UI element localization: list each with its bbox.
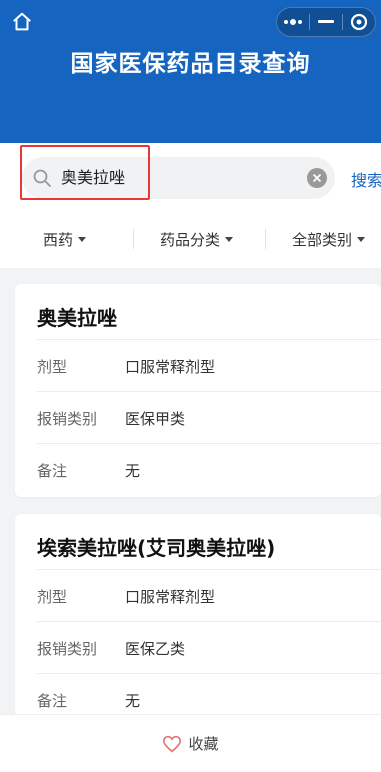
filter-category-type[interactable]: 西药 [43, 229, 87, 250]
result-card[interactable]: 奥美拉唑 剂型 口服常释剂型 报销类别 医保甲类 备注 无 [15, 284, 381, 497]
drug-name: 埃索美拉唑(艾司奥美拉唑) [37, 536, 276, 560]
field-row: 剂型 口服常释剂型 [37, 569, 381, 621]
minimize-icon [317, 20, 334, 23]
home-button[interactable] [10, 10, 34, 34]
field-row: 报销类别 医保甲类 [37, 391, 381, 443]
field-key: 备注 [37, 692, 68, 710]
app-header: 国家医保药品目录查询 [0, 0, 381, 143]
field-value: 口服常释剂型 [125, 358, 216, 376]
field-row: 剂型 口服常释剂型 [37, 339, 381, 391]
filter-drug-class[interactable]: 药品分类 [160, 229, 234, 250]
filter-all-types[interactable]: 全部类别 [292, 229, 366, 250]
page-title: 国家医保药品目录查询 [70, 51, 311, 77]
filter-label: 西药 [43, 231, 74, 249]
filter-label: 全部类别 [292, 231, 353, 249]
filter-divider [133, 229, 134, 249]
more-icon [284, 19, 302, 25]
clear-search-button[interactable] [307, 168, 327, 188]
search-area: 奥美拉唑 搜索 西药 药品分类 全部类别 [0, 143, 381, 268]
field-key: 备注 [37, 462, 68, 480]
favorite-button[interactable]: 收藏 [162, 733, 219, 754]
field-value: 无 [125, 692, 141, 710]
field-value: 医保甲类 [125, 410, 186, 428]
heart-icon [163, 735, 182, 752]
clear-icon [312, 173, 322, 183]
filter-divider [265, 229, 266, 249]
field-key: 剂型 [37, 588, 68, 606]
field-value: 口服常释剂型 [125, 588, 216, 606]
field-value: 无 [125, 462, 141, 480]
home-icon [13, 12, 31, 31]
field-value: 医保乙类 [125, 640, 186, 658]
search-highlight-box [20, 145, 150, 200]
more-button[interactable] [277, 8, 309, 36]
caret-down-icon [357, 237, 366, 242]
field-key: 剂型 [37, 358, 68, 376]
field-key: 报销类别 [37, 410, 98, 428]
field-key: 报销类别 [37, 640, 98, 658]
bottom-bar: 收藏 [0, 714, 381, 772]
caret-down-icon [225, 237, 234, 242]
minimize-button[interactable] [310, 8, 342, 36]
field-row: 报销类别 医保乙类 [37, 621, 381, 673]
close-circle-icon [350, 13, 368, 31]
favorite-label: 收藏 [188, 735, 219, 753]
drug-name: 奥美拉唑 [37, 306, 117, 330]
caret-down-icon [78, 237, 87, 242]
mini-program-capsule [276, 7, 376, 37]
result-card[interactable]: 埃索美拉唑(艾司奥美拉唑) 剂型 口服常释剂型 报销类别 医保乙类 备注 无 [15, 514, 381, 727]
field-row: 备注 无 [37, 443, 381, 495]
close-button[interactable] [343, 8, 375, 36]
search-button[interactable]: 搜索 [351, 167, 381, 191]
filter-label: 药品分类 [160, 231, 221, 249]
